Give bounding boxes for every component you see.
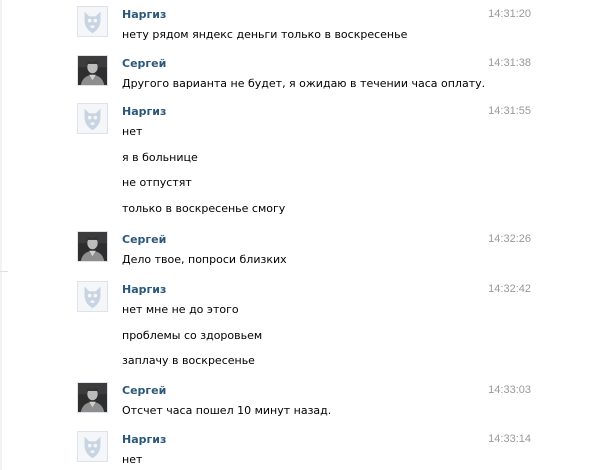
message-time: 14:33:14 xyxy=(488,433,531,445)
vk-dog-placeholder-icon[interactable] xyxy=(77,103,108,134)
message-text: Другого варианта не будет, я ожидаю в те… xyxy=(122,77,486,90)
message-time: 14:32:26 xyxy=(488,233,531,245)
message-text: нет мне не до этого xyxy=(122,303,239,316)
message-text: нету рядом яндекс деньги только в воскре… xyxy=(122,28,408,41)
message-text: не отпустят xyxy=(122,176,192,189)
avatar[interactable] xyxy=(77,231,108,262)
message-time: 14:31:20 xyxy=(488,8,531,20)
author-name-link[interactable]: Наргиз xyxy=(122,8,166,21)
message-history: Наргиз 14:31:20 нету рядом яндекс деньги т… xyxy=(0,0,600,470)
author-name-link[interactable]: Сергей xyxy=(122,384,166,397)
avatar[interactable] xyxy=(77,55,108,86)
message-text: нет xyxy=(122,125,143,138)
vk-dog-placeholder-icon[interactable] xyxy=(77,6,108,37)
divider-tick xyxy=(0,271,8,272)
author-name-link[interactable]: Наргиз xyxy=(122,433,166,446)
message-text: Дело твое, попроси близких xyxy=(122,253,287,266)
message-text: проблемы со здоровьем xyxy=(122,328,263,342)
message-time: 14:32:42 xyxy=(488,283,531,295)
message-text: нет xyxy=(122,453,143,466)
message-text: заплачу в воскресенье xyxy=(122,354,255,367)
vk-dog-placeholder-icon[interactable] xyxy=(77,431,108,462)
message-text: только в воскресенье смогу xyxy=(122,201,286,215)
author-name-link[interactable]: Сергей xyxy=(122,57,166,70)
message-time: 14:33:03 xyxy=(488,384,531,396)
left-border xyxy=(0,0,2,470)
author-name-link[interactable]: Наргиз xyxy=(122,283,166,296)
vk-dog-placeholder-icon[interactable] xyxy=(77,281,108,312)
author-name-link[interactable]: Сергей xyxy=(122,233,166,246)
message-time: 14:31:55 xyxy=(488,105,531,117)
avatar[interactable] xyxy=(77,382,108,413)
author-name-link[interactable]: Наргиз xyxy=(122,105,166,118)
message-time: 14:31:38 xyxy=(488,57,531,69)
message-text: Отсчет часа пошел 10 минут назад. xyxy=(122,404,332,417)
message-text: я в больнице xyxy=(122,150,198,164)
